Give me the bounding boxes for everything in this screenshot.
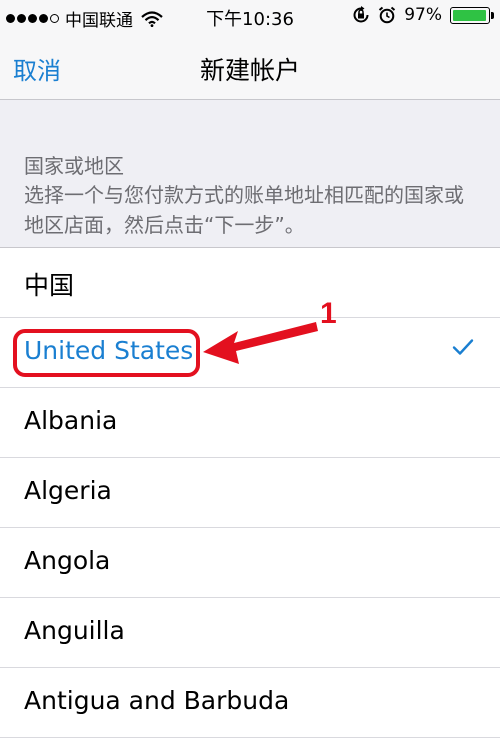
annotation-number: 1 bbox=[320, 297, 337, 330]
annotation-arrow-icon bbox=[203, 322, 318, 364]
